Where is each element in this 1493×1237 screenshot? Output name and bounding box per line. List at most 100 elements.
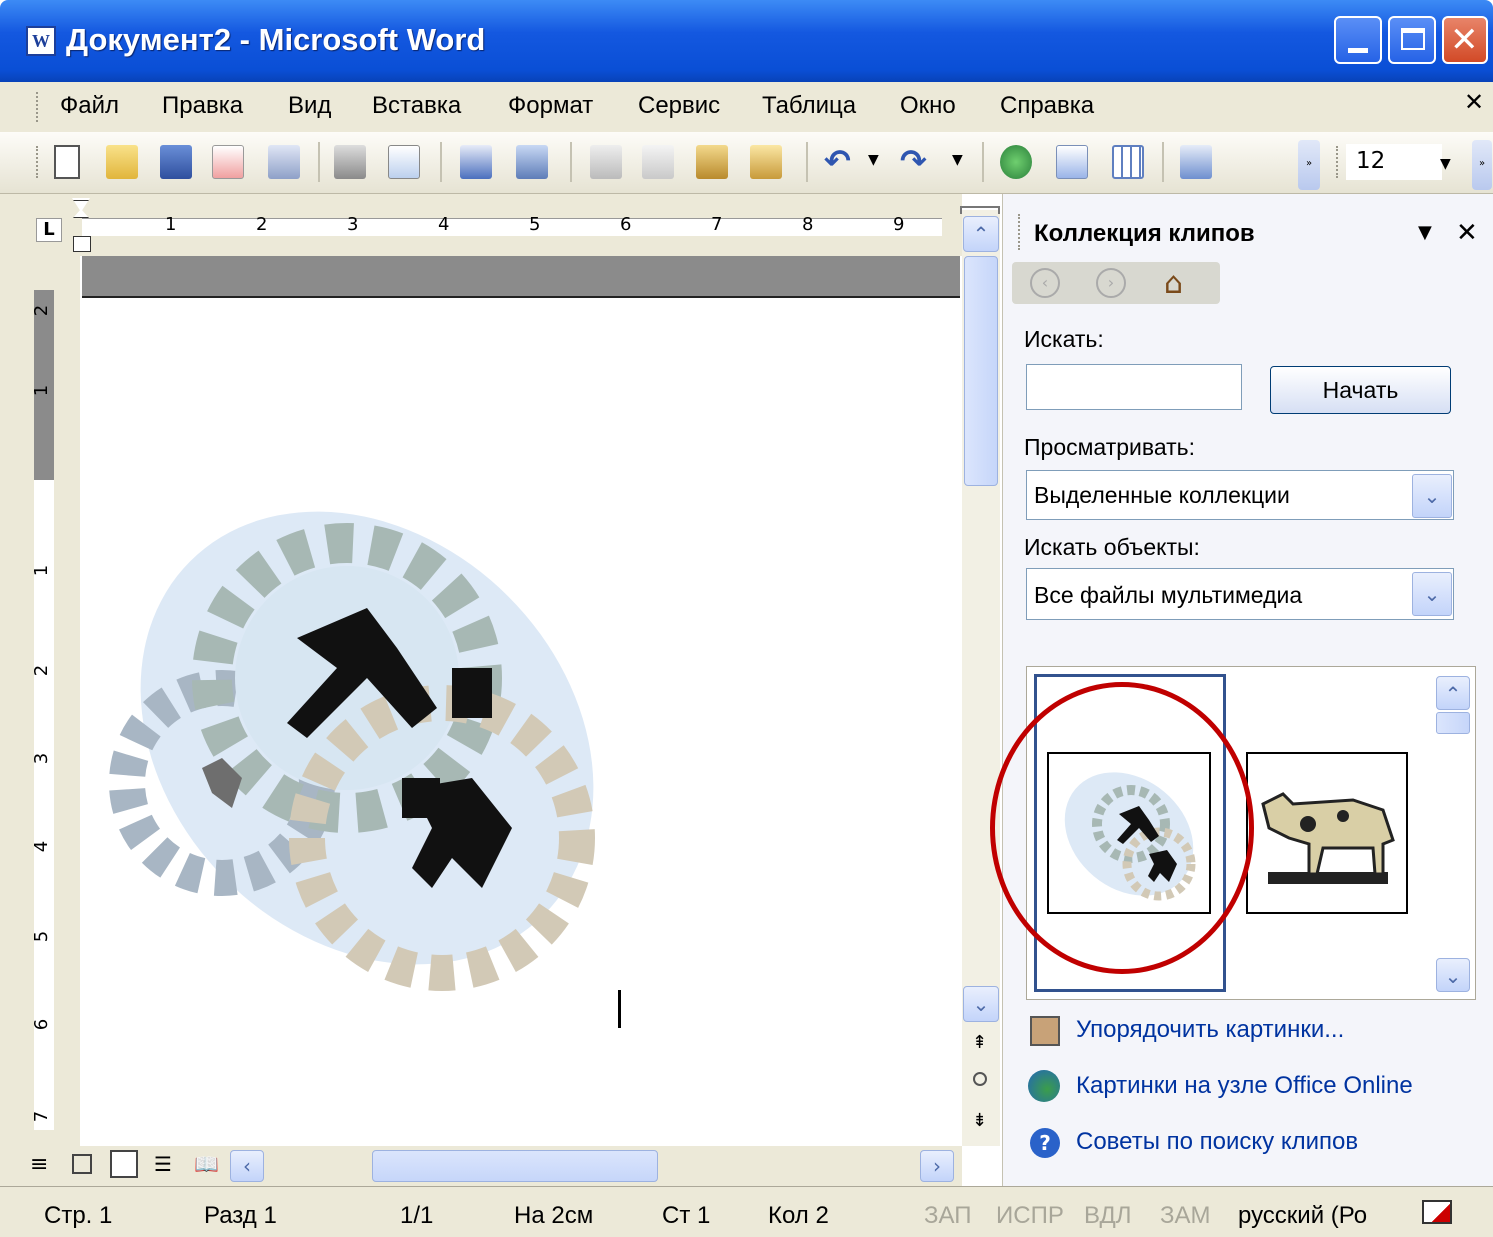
status-language[interactable]: русский (Ро: [1238, 1202, 1367, 1230]
pane-grip[interactable]: [1018, 214, 1021, 250]
font-size-dropdown-icon[interactable]: ▼: [1440, 156, 1451, 172]
menu-file[interactable]: Файл: [60, 92, 119, 120]
spelling-status-icon[interactable]: [1422, 1200, 1452, 1224]
search-input[interactable]: [1026, 364, 1242, 410]
new-document-icon[interactable]: [54, 145, 80, 179]
word-app-icon[interactable]: W: [26, 26, 56, 56]
status-extend[interactable]: ВДЛ: [1084, 1202, 1131, 1230]
next-page-icon[interactable]: ⇟: [972, 1110, 987, 1131]
print-icon[interactable]: [334, 145, 366, 179]
pane-close-icon[interactable]: ✕: [1456, 218, 1478, 248]
toolbar-options-icon-2[interactable]: »: [1472, 140, 1492, 190]
media-types-label: Искать объекты:: [1024, 534, 1200, 560]
print-layout-icon[interactable]: [110, 1150, 138, 1178]
spelling-icon[interactable]: [460, 145, 492, 179]
redo-dropdown-icon[interactable]: ▼: [952, 152, 963, 168]
menu-view[interactable]: Вид: [288, 92, 331, 120]
previous-page-icon[interactable]: ⇞: [972, 1032, 987, 1053]
maximize-button[interactable]: [1388, 16, 1436, 64]
status-section: Разд 1: [204, 1202, 277, 1229]
menu-tools[interactable]: Сервис: [638, 92, 720, 120]
status-page: Стр. 1: [44, 1202, 113, 1229]
document-map-icon[interactable]: [1180, 145, 1212, 179]
organize-clips-icon: [1030, 1016, 1060, 1046]
paste-icon[interactable]: [696, 145, 728, 179]
results-scroll-thumb[interactable]: [1436, 712, 1470, 734]
scroll-down-icon[interactable]: ⌄: [963, 986, 999, 1022]
insert-table-icon[interactable]: [1112, 145, 1144, 179]
start-search-button[interactable]: Начать: [1270, 366, 1451, 414]
office-online-link[interactable]: Картинки на узле Office Online: [1076, 1072, 1413, 1100]
select-browse-object-icon[interactable]: [973, 1072, 987, 1086]
vertical-ruler-number: 6: [31, 1018, 53, 1031]
menu-window[interactable]: Окно: [900, 92, 956, 120]
menu-help[interactable]: Справка: [1000, 92, 1094, 120]
status-track-changes[interactable]: ИСПР: [996, 1202, 1064, 1230]
tables-borders-icon[interactable]: [1056, 145, 1088, 179]
web-layout-icon[interactable]: [72, 1154, 92, 1174]
split-box[interactable]: [960, 206, 1000, 214]
minimize-button[interactable]: [1334, 16, 1382, 64]
email-icon[interactable]: [268, 145, 300, 179]
pane-menu-dropdown-icon[interactable]: ▼: [1418, 222, 1432, 243]
menu-insert[interactable]: Вставка: [372, 92, 461, 120]
open-folder-icon[interactable]: [106, 145, 138, 179]
undo-icon[interactable]: ↶: [824, 142, 851, 180]
toolbar-grip[interactable]: [1336, 146, 1339, 178]
menu-grip[interactable]: [36, 92, 39, 122]
scroll-up-icon[interactable]: ⌃: [963, 216, 999, 252]
home-icon[interactable]: ⌂: [1164, 266, 1183, 301]
menu-table[interactable]: Таблица: [762, 92, 856, 120]
toolbar-separator: [440, 142, 442, 182]
toolbar-grip[interactable]: [36, 146, 39, 178]
indent-marker-icon[interactable]: [72, 198, 92, 258]
media-types-dropdown-icon[interactable]: ⌄: [1412, 572, 1452, 616]
permission-icon[interactable]: [212, 145, 244, 179]
text-cursor: [618, 990, 621, 1028]
outline-view-icon[interactable]: ☰: [154, 1152, 172, 1176]
redo-icon[interactable]: ↷: [900, 142, 927, 180]
hyperlink-icon[interactable]: [1000, 145, 1032, 179]
ruler-number: 7: [711, 214, 723, 235]
scroll-right-icon[interactable]: ›: [920, 1150, 954, 1182]
status-overtype[interactable]: ЗАМ: [1160, 1202, 1211, 1230]
vertical-ruler-number: 2: [31, 304, 53, 317]
organize-clips-link[interactable]: Упорядочить картинки...: [1076, 1016, 1344, 1044]
close-icon: ✕: [1450, 20, 1479, 60]
menu-edit[interactable]: Правка: [162, 92, 243, 120]
search-tips-link[interactable]: Советы по поиску клипов: [1076, 1128, 1358, 1156]
scroll-left-icon[interactable]: ‹: [230, 1150, 264, 1182]
vertical-scroll-thumb[interactable]: [964, 256, 998, 486]
tab-selector-icon[interactable]: L: [36, 218, 62, 242]
format-painter-icon[interactable]: [750, 145, 782, 179]
cut-icon[interactable]: [590, 145, 622, 179]
copy-icon[interactable]: [642, 145, 674, 179]
save-icon[interactable]: [160, 145, 192, 179]
status-record-macro[interactable]: ЗАП: [924, 1202, 971, 1230]
vertical-ruler-number: 2: [31, 664, 53, 677]
vertical-ruler-number: 3: [31, 752, 53, 765]
forward-icon[interactable]: ›: [1096, 268, 1126, 298]
undo-dropdown-icon[interactable]: ▼: [868, 152, 879, 168]
document-page[interactable]: [82, 296, 960, 1146]
status-pages: 1/1: [400, 1202, 434, 1229]
close-document-icon[interactable]: ✕: [1464, 88, 1484, 116]
horizontal-scroll-thumb[interactable]: [372, 1150, 658, 1182]
normal-view-icon[interactable]: ≡: [30, 1152, 48, 1177]
print-preview-icon[interactable]: [388, 145, 420, 179]
clip-thumbnail-cow[interactable]: [1246, 752, 1408, 914]
back-icon[interactable]: ‹: [1030, 268, 1060, 298]
cow-thumbnail-image: [1261, 792, 1395, 884]
results-scroll-up-icon[interactable]: ⌃: [1436, 676, 1470, 710]
close-window-button[interactable]: ✕: [1442, 16, 1488, 64]
results-scroll-down-icon[interactable]: ⌄: [1436, 958, 1470, 992]
window-title: Документ2 - Microsoft Word: [66, 22, 486, 57]
minimize-icon: [1348, 48, 1368, 53]
collections-dropdown-icon[interactable]: ⌄: [1412, 474, 1452, 518]
reading-layout-icon[interactable]: 📖: [194, 1152, 219, 1176]
research-icon[interactable]: [516, 145, 548, 179]
menu-format[interactable]: Формат: [508, 92, 593, 120]
clipart-businessmen-gears[interactable]: [92, 478, 652, 998]
toolbar-options-icon[interactable]: »: [1298, 140, 1320, 190]
help-icon: ?: [1030, 1128, 1060, 1158]
